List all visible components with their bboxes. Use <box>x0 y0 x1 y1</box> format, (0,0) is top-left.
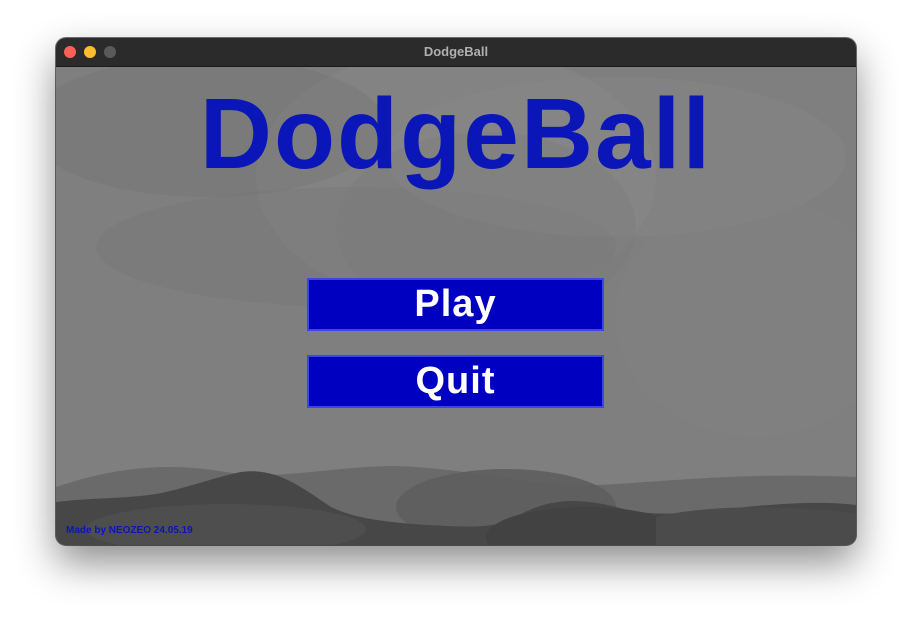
quit-button[interactable]: Quit <box>307 355 604 408</box>
window-titlebar[interactable]: DodgeBall <box>56 38 856 67</box>
play-button[interactable]: Play <box>307 278 604 331</box>
credits-text: Made by NEOZEO 24.05.19 <box>66 525 193 536</box>
game-window: DodgeBall DodgeBall Play Quit Made by NE… <box>56 38 856 545</box>
game-title: DodgeBall <box>199 78 713 190</box>
game-canvas: DodgeBall Play Quit Made by NEOZEO 24.05… <box>56 67 856 545</box>
window-title: DodgeBall <box>423 44 489 59</box>
